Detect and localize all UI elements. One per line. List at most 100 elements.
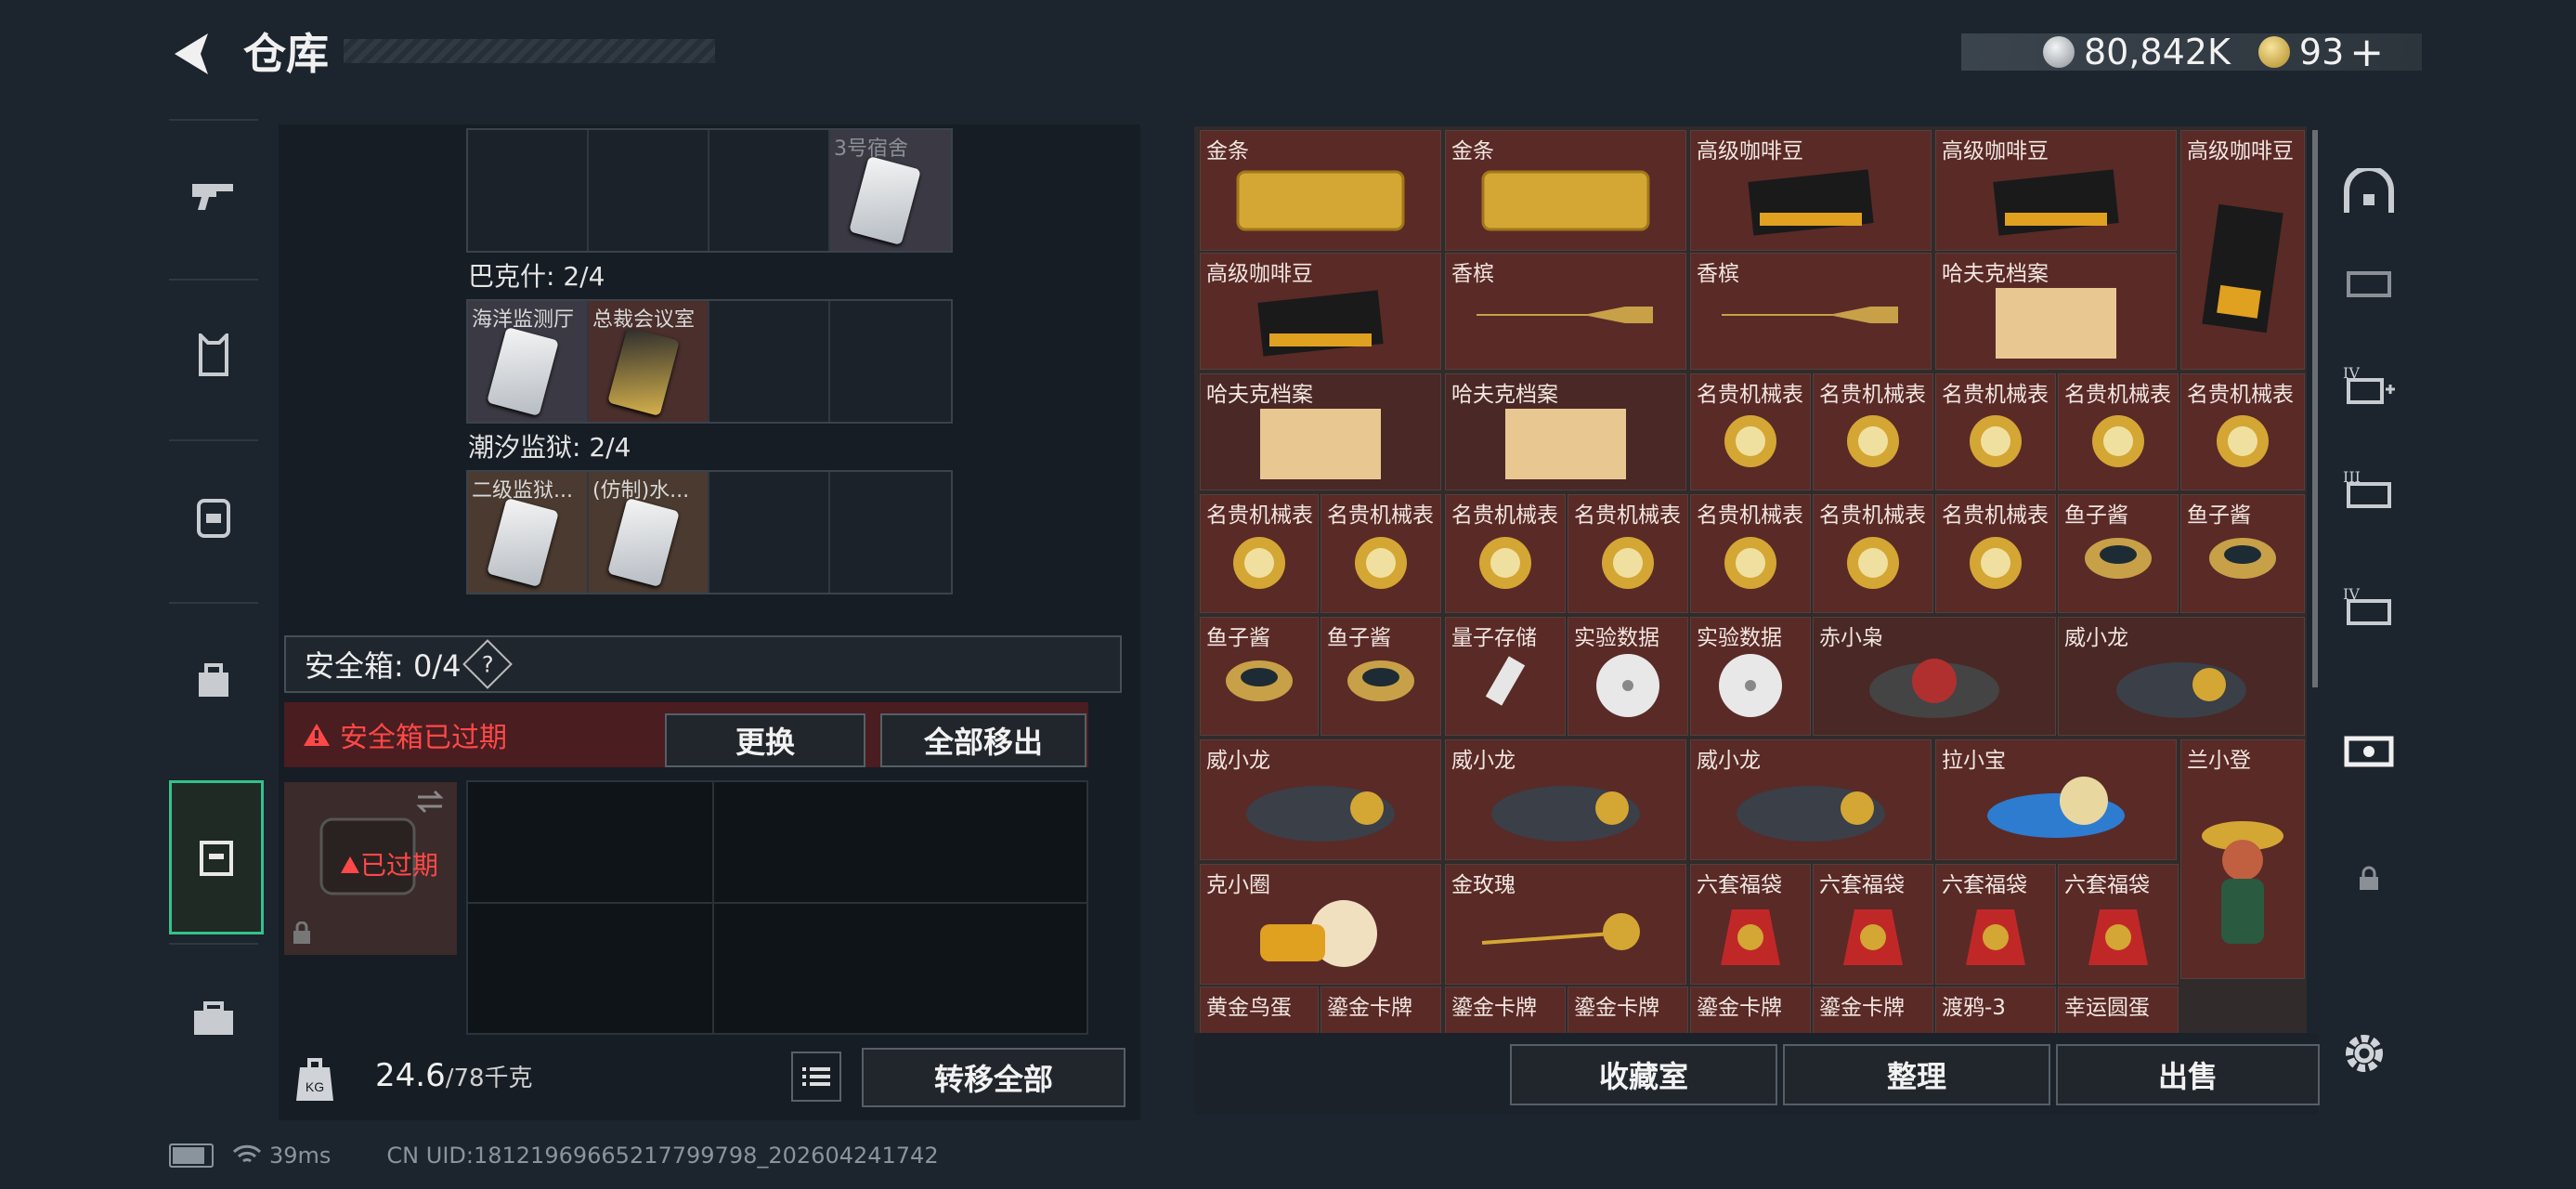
replace-button[interactable]: 更换 (665, 713, 865, 767)
stash-item[interactable]: 鱼子酱 (2180, 494, 2305, 613)
lucky-bag-icon (1843, 909, 1903, 966)
caviar-tin-icon (2085, 538, 2152, 580)
stash-item[interactable]: 名贵机械表 (2058, 373, 2179, 490)
rail-stash-page-4[interactable]: IV (2329, 338, 2409, 431)
stash-item[interactable]: 香槟 (1690, 253, 1932, 370)
grid-lines (468, 782, 1086, 1033)
stash-item[interactable]: 鎏金卡牌 (1321, 986, 1441, 1033)
stash-item[interactable]: 渡鸦-3 (1935, 986, 2056, 1033)
rail-locked-slot[interactable] (2329, 832, 2409, 925)
stash-item[interactable]: 高级咖啡豆 (2180, 130, 2305, 370)
stash-item[interactable]: 赤小枭 (1813, 617, 2056, 736)
stash-item[interactable]: 高级咖啡豆 (1200, 253, 1441, 370)
stash-item[interactable]: 鱼子酱 (2058, 494, 2179, 613)
list-view-button[interactable] (791, 1052, 841, 1102)
stash-item[interactable]: 名贵机械表 (1445, 494, 1566, 613)
collection-room-button[interactable]: 收藏室 (1510, 1044, 1777, 1105)
keycard-slot[interactable]: 二级监狱... (468, 472, 589, 593)
stash-item[interactable]: 鎏金卡牌 (1813, 986, 1933, 1033)
stash-item[interactable]: 金条 (1445, 130, 1686, 251)
title-decoration (344, 39, 715, 63)
stash-item[interactable]: 六套福袋 (1690, 864, 1811, 985)
rail-armor[interactable] (169, 279, 258, 429)
stash-item[interactable]: 克小圈 (1200, 864, 1441, 985)
back-button[interactable] (165, 26, 217, 82)
stash-item[interactable]: 威小龙 (1200, 739, 1441, 860)
safebox-capacity-label: 安全箱: 0/4 (305, 648, 462, 684)
stash-item[interactable]: 实验数据 (1568, 617, 1688, 736)
help-button[interactable]: ? (462, 639, 514, 689)
stash-item[interactable]: 六套福袋 (1813, 864, 1933, 985)
expired-warning: 安全箱已过期 (303, 714, 507, 755)
stash-item[interactable]: 名贵机械表 (1200, 494, 1319, 613)
stash-page-icon (2347, 271, 2391, 297)
rail-safebox[interactable] (169, 780, 264, 934)
stash-item[interactable]: 名贵机械表 (1813, 494, 1933, 613)
stash-item[interactable]: 金条 (1200, 130, 1441, 251)
empty-slot[interactable] (830, 301, 951, 422)
add-currency-button[interactable]: + (2349, 29, 2384, 76)
rail-stash-home[interactable] (2329, 145, 2409, 238)
rail-briefcase[interactable] (169, 943, 258, 1093)
stash-item[interactable]: 名贵机械表 (1568, 494, 1688, 613)
stash-item[interactable]: 兰小登 (2180, 739, 2305, 979)
empty-slot[interactable] (589, 130, 709, 251)
stash-item[interactable]: 黄金鸟蛋 (1200, 986, 1319, 1033)
transfer-all-button[interactable]: 转移全部 (862, 1048, 1125, 1107)
stash-item[interactable]: 量子存储 (1445, 617, 1566, 736)
rail-bag[interactable] (169, 602, 258, 752)
stash-item[interactable]: 名贵机械表 (1321, 494, 1441, 613)
safebox-icon (200, 841, 233, 876)
rail-stash-page-active[interactable] (2329, 702, 2409, 795)
keycard-slot[interactable]: 海洋监测厅 (468, 301, 589, 422)
stash-item[interactable]: 哈夫克档案 (1445, 373, 1686, 490)
stash-item[interactable]: 哈夫克档案 (1935, 253, 2177, 370)
sell-button[interactable]: 出售 (2056, 1044, 2320, 1105)
keycard-slot[interactable]: (仿制)水... (589, 472, 709, 593)
stash-item[interactable]: 威小龙 (1445, 739, 1686, 860)
stash-item[interactable]: 鱼子酱 (1321, 617, 1441, 736)
rail-backpack[interactable] (169, 439, 258, 590)
stash-item[interactable]: 名贵机械表 (1690, 494, 1811, 613)
rail-stash-page-2[interactable] (2329, 238, 2409, 331)
stash-item[interactable]: 名贵机械表 (2180, 373, 2305, 490)
stash-item[interactable]: 名贵机械表 (1690, 373, 1811, 490)
stash-item[interactable]: 幸运圆蛋 (2058, 986, 2179, 1033)
figurine-icon (1260, 900, 1377, 968)
sort-button[interactable]: 整理 (1783, 1044, 2050, 1105)
stash-item[interactable]: 六套福袋 (1935, 864, 2056, 985)
rail-stash-page-4b[interactable]: IV (2329, 559, 2409, 652)
empty-slot[interactable] (709, 301, 830, 422)
stash-item[interactable]: 名贵机械表 (1935, 494, 2056, 613)
empty-slot[interactable] (830, 472, 951, 593)
empty-slot[interactable] (468, 130, 589, 251)
keycard-slot[interactable]: 总裁会议室 (589, 301, 709, 422)
stash-item[interactable]: 高级咖啡豆 (1690, 130, 1932, 251)
stash-item[interactable]: 鎏金卡牌 (1568, 986, 1688, 1033)
stash-item[interactable]: 六套福袋 (2058, 864, 2179, 985)
rail-stash-page-3[interactable]: III (2329, 442, 2409, 535)
stash-item[interactable]: 名贵机械表 (1935, 373, 2056, 490)
empty-slot[interactable] (709, 472, 830, 593)
stash-scrollbar[interactable] (2312, 130, 2318, 687)
stash-item[interactable]: 名贵机械表 (1813, 373, 1933, 490)
stash-item[interactable]: 香槟 (1445, 253, 1686, 370)
empty-slot[interactable] (709, 130, 830, 251)
stash-item[interactable]: 拉小宝 (1935, 739, 2177, 860)
stash-item[interactable]: 高级咖啡豆 (1935, 130, 2177, 251)
rail-weapon[interactable] (169, 119, 258, 269)
bag-icon (199, 663, 228, 697)
stash-item[interactable]: 鱼子酱 (1200, 617, 1319, 736)
settings-button[interactable] (2336, 1026, 2392, 1081)
keycard-slot[interactable]: 3号宿舍 (830, 130, 951, 251)
stash-item[interactable]: 金玫瑰 (1445, 864, 1686, 985)
stash-item[interactable]: 威小龙 (1690, 739, 1932, 860)
watch-icon (1602, 537, 1654, 590)
stash-item[interactable]: 威小龙 (2058, 617, 2305, 736)
stash-item[interactable]: 鎏金卡牌 (1690, 986, 1811, 1033)
stash-item[interactable]: 鎏金卡牌 (1445, 986, 1566, 1033)
stash-item[interactable]: 实验数据 (1690, 617, 1811, 736)
stash-item[interactable]: 哈夫克档案 (1200, 373, 1441, 490)
move-all-out-button[interactable]: 全部移出 (880, 713, 1086, 767)
safebox-item[interactable]: 已过期 (284, 782, 457, 955)
